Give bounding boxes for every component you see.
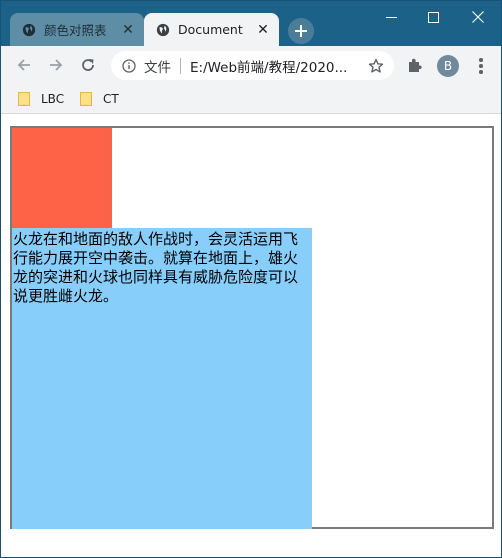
browser-toolbar: 文件 E:/Web前端/教程/2020... <box>1 46 501 84</box>
divider <box>180 57 181 74</box>
bookmarks-bar: LBC CT <box>1 84 501 114</box>
close-window-button[interactable] <box>457 1 499 33</box>
puzzle-icon[interactable] <box>406 57 424 75</box>
bookmark-label: LBC <box>41 92 65 106</box>
plus-icon <box>295 25 307 37</box>
bookmark-label: CT <box>103 92 119 106</box>
minimize-icon <box>385 16 397 18</box>
tab-title: 颜色对照表 <box>44 23 107 38</box>
tab-title: Document <box>178 22 243 37</box>
arrow-right-icon <box>50 59 63 71</box>
close-icon[interactable]: ✕ <box>253 20 273 40</box>
outer-container: 火龙在和地面的敌人作战时，会灵活运用飞行能力展开空中袭击。就算在地面上，雄火龙的… <box>10 126 494 529</box>
reload-button[interactable] <box>75 52 101 78</box>
browser-window: 颜色对照表 ✕ Document ✕ 文件 E:/Web前端/教程/2020..… <box>0 0 502 558</box>
arrow-left-icon <box>17 59 30 71</box>
address-bar[interactable]: 文件 E:/Web前端/教程/2020... <box>111 51 394 80</box>
new-tab-button[interactable] <box>288 18 314 44</box>
star-icon[interactable] <box>368 58 384 74</box>
close-icon[interactable]: ✕ <box>118 20 138 40</box>
page-viewport: 火龙在和地面的敌人作战时，会灵活运用飞行能力展开空中袭击。就算在地面上，雄火龙的… <box>1 114 501 557</box>
close-icon <box>472 11 484 23</box>
url-text[interactable]: E:/Web前端/教程/2020... <box>190 56 364 76</box>
folder-icon <box>80 92 92 106</box>
bookmark-folder[interactable]: LBC <box>18 88 64 110</box>
globe-icon <box>156 23 170 36</box>
folder-icon <box>18 92 30 106</box>
reload-icon <box>82 59 94 71</box>
tab-active[interactable]: Document ✕ <box>144 13 279 46</box>
minimize-button[interactable] <box>370 1 412 33</box>
more-vert-icon[interactable] <box>473 57 489 75</box>
tab-inactive[interactable]: 颜色对照表 ✕ <box>10 13 144 46</box>
maximize-icon <box>427 11 439 23</box>
back-button[interactable] <box>11 52 37 78</box>
security-label: 文件 <box>144 59 171 76</box>
bookmark-folder[interactable]: CT <box>80 88 119 110</box>
globe-icon <box>22 23 36 36</box>
info-icon[interactable] <box>122 58 136 73</box>
red-box <box>12 128 112 228</box>
blue-box: 火龙在和地面的敌人作战时，会灵活运用飞行能力展开空中袭击。就算在地面上，雄火龙的… <box>12 228 312 529</box>
maximize-button[interactable] <box>412 1 454 33</box>
title-bar: 颜色对照表 ✕ Document ✕ <box>1 1 501 46</box>
avatar[interactable]: B <box>437 55 459 77</box>
content-paragraph: 火龙在和地面的敌人作战时，会灵活运用飞行能力展开空中袭击。就算在地面上，雄火龙的… <box>13 230 299 305</box>
forward-button[interactable] <box>43 52 69 78</box>
